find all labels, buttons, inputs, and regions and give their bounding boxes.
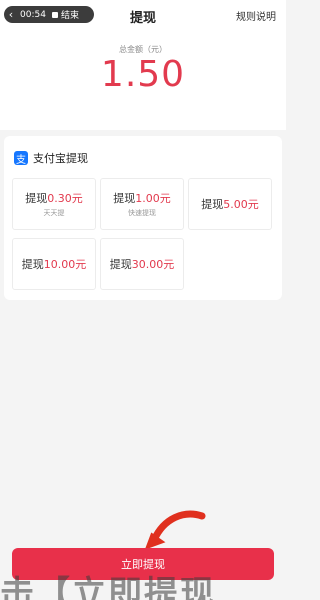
withdraw-option-10-00[interactable]: 提现10.00元 <box>12 238 96 290</box>
withdraw-option-5-00[interactable]: 提现5.00元 <box>188 178 272 230</box>
option-amount: 10.00元 <box>43 258 87 271</box>
option-amount: 1.00元 <box>135 192 171 205</box>
withdraw-option-30-00[interactable]: 提现30.00元 <box>100 238 184 290</box>
option-prefix: 提现 <box>21 258 44 271</box>
alipay-icon: 支 <box>14 151 28 166</box>
payment-method-row: 支 支付宝提现 <box>14 150 88 166</box>
total-amount: 1.50 <box>100 54 186 95</box>
option-subtitle: 快速提现 <box>128 209 156 217</box>
top-bar: ‹ 00:54 结束 提现 规则说明 <box>0 0 286 30</box>
option-prefix: 提现 <box>109 258 132 271</box>
withdraw-option-1-00[interactable]: 提现1.00元 快速提现 <box>100 178 184 230</box>
balance-summary: 总金额（元） 1.50 <box>0 30 286 130</box>
option-prefix: 提现 <box>113 192 136 205</box>
option-amount: 0.30元 <box>47 192 83 205</box>
withdraw-option-0-30[interactable]: 提现0.30元 天天提 <box>12 178 96 230</box>
option-subtitle: 天天提 <box>43 209 65 217</box>
option-prefix: 提现 <box>201 198 224 211</box>
withdraw-options-card: 支 支付宝提现 提现0.30元 天天提 提现1.00元 快速提现 提现5.00元… <box>4 136 282 300</box>
payment-method-label: 支付宝提现 <box>33 152 88 165</box>
option-amount: 30.00元 <box>131 258 175 271</box>
video-caption-overlay: 击【立即提现 <box>0 574 216 600</box>
rules-link[interactable]: 规则说明 <box>236 8 276 23</box>
option-amount: 5.00元 <box>223 198 259 211</box>
option-prefix: 提现 <box>25 192 48 205</box>
